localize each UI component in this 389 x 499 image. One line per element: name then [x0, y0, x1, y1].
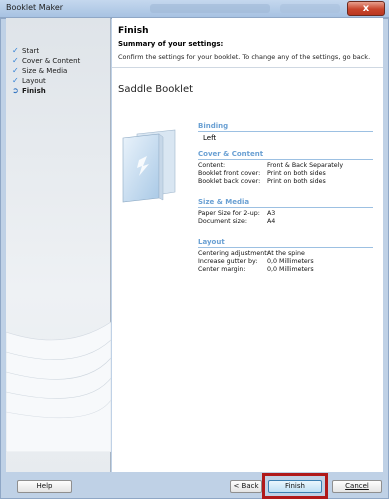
close-button[interactable]: x: [347, 1, 385, 16]
cancel-button[interactable]: Cancel: [332, 480, 382, 493]
page-curl-decoration: [6, 321, 111, 452]
setting-key: Booklet front cover:: [198, 170, 261, 177]
setting-value: A3: [267, 210, 276, 217]
wizard-sidebar: ✓ Start ✓ Cover & Content ✓ Size & Media…: [6, 18, 111, 472]
check-icon: ✓: [12, 46, 19, 55]
section-title: Cover & Content: [198, 150, 373, 160]
window-title: Booklet Maker: [6, 3, 64, 12]
setting-value: Print on both sides: [267, 170, 326, 177]
setting-key: Increase gutter by:: [198, 258, 258, 265]
wizard-content: Finish Summary of your settings: Confirm…: [112, 18, 383, 472]
setting-row: Booklet front cover: Print on both sides: [198, 170, 373, 178]
check-icon: ✓: [12, 66, 19, 75]
layout-section: Layout Centering adjustment: At the spin…: [198, 238, 373, 274]
setting-value: Print on both sides: [267, 178, 326, 185]
setting-key: Document size:: [198, 218, 247, 225]
step-label: Start: [22, 47, 40, 55]
size-media-section: Size & Media Paper Size for 2-up: A3 Doc…: [198, 198, 373, 226]
step-label: Layout: [22, 77, 46, 85]
blurred-title-region: [280, 4, 340, 13]
arrow-circle-icon: ➲: [12, 86, 19, 95]
setting-row: Booklet back cover: Print on both sides: [198, 178, 373, 186]
cover-content-section: Cover & Content Content: Front & Back Se…: [198, 150, 373, 186]
page-title: Finish: [118, 26, 149, 36]
setting-row: Paper Size for 2-up: A3: [198, 210, 373, 218]
setting-row: Centering adjustment: At the spine: [198, 250, 373, 258]
step-label: Cover & Content: [22, 57, 81, 65]
setting-row: Increase gutter by: 0,0 Millimeters: [198, 258, 373, 266]
summary-title: Summary of your settings:: [118, 40, 224, 48]
setting-row: Center margin: 0,0 Millimeters: [198, 266, 373, 274]
setting-key: Centering adjustment:: [198, 250, 269, 257]
binding-section: Binding Left: [198, 122, 373, 142]
setting-row: Content: Front & Back Separately: [198, 162, 373, 170]
section-title: Binding: [198, 122, 373, 132]
booklet-type-title: Saddle Booklet: [118, 84, 194, 95]
setting-key: Center margin:: [198, 266, 246, 273]
setting-key: Content:: [198, 162, 226, 169]
setting-row: Document size: A4: [198, 218, 373, 226]
close-icon: x: [362, 3, 370, 14]
booklet-icon: [119, 128, 179, 208]
setting-key: Booklet back cover:: [198, 178, 261, 185]
section-title: Layout: [198, 238, 373, 248]
setting-value: 0,0 Millimeters: [267, 258, 314, 265]
help-button[interactable]: Help: [17, 480, 72, 493]
title-bar: Booklet Maker x: [0, 0, 389, 18]
step-label: Finish: [22, 87, 46, 95]
finish-button[interactable]: Finish: [268, 480, 322, 493]
blurred-title-region: [150, 4, 270, 13]
divider: [112, 67, 383, 68]
step-label: Size & Media: [22, 67, 68, 75]
check-icon: ✓: [12, 76, 19, 85]
setting-value: Front & Back Separately: [267, 162, 344, 169]
binding-value: Left: [203, 134, 217, 142]
instruction-text: Confirm the settings for your booklet. T…: [118, 53, 371, 61]
back-button[interactable]: < Back: [230, 480, 262, 493]
setting-value: A4: [267, 218, 276, 225]
setting-value: 0,0 Millimeters: [267, 266, 314, 273]
check-icon: ✓: [12, 56, 19, 65]
section-title: Size & Media: [198, 198, 373, 208]
sidebar-decoration: [6, 292, 111, 452]
setting-value: At the spine: [267, 250, 305, 257]
setting-key: Paper Size for 2-up:: [198, 210, 260, 217]
